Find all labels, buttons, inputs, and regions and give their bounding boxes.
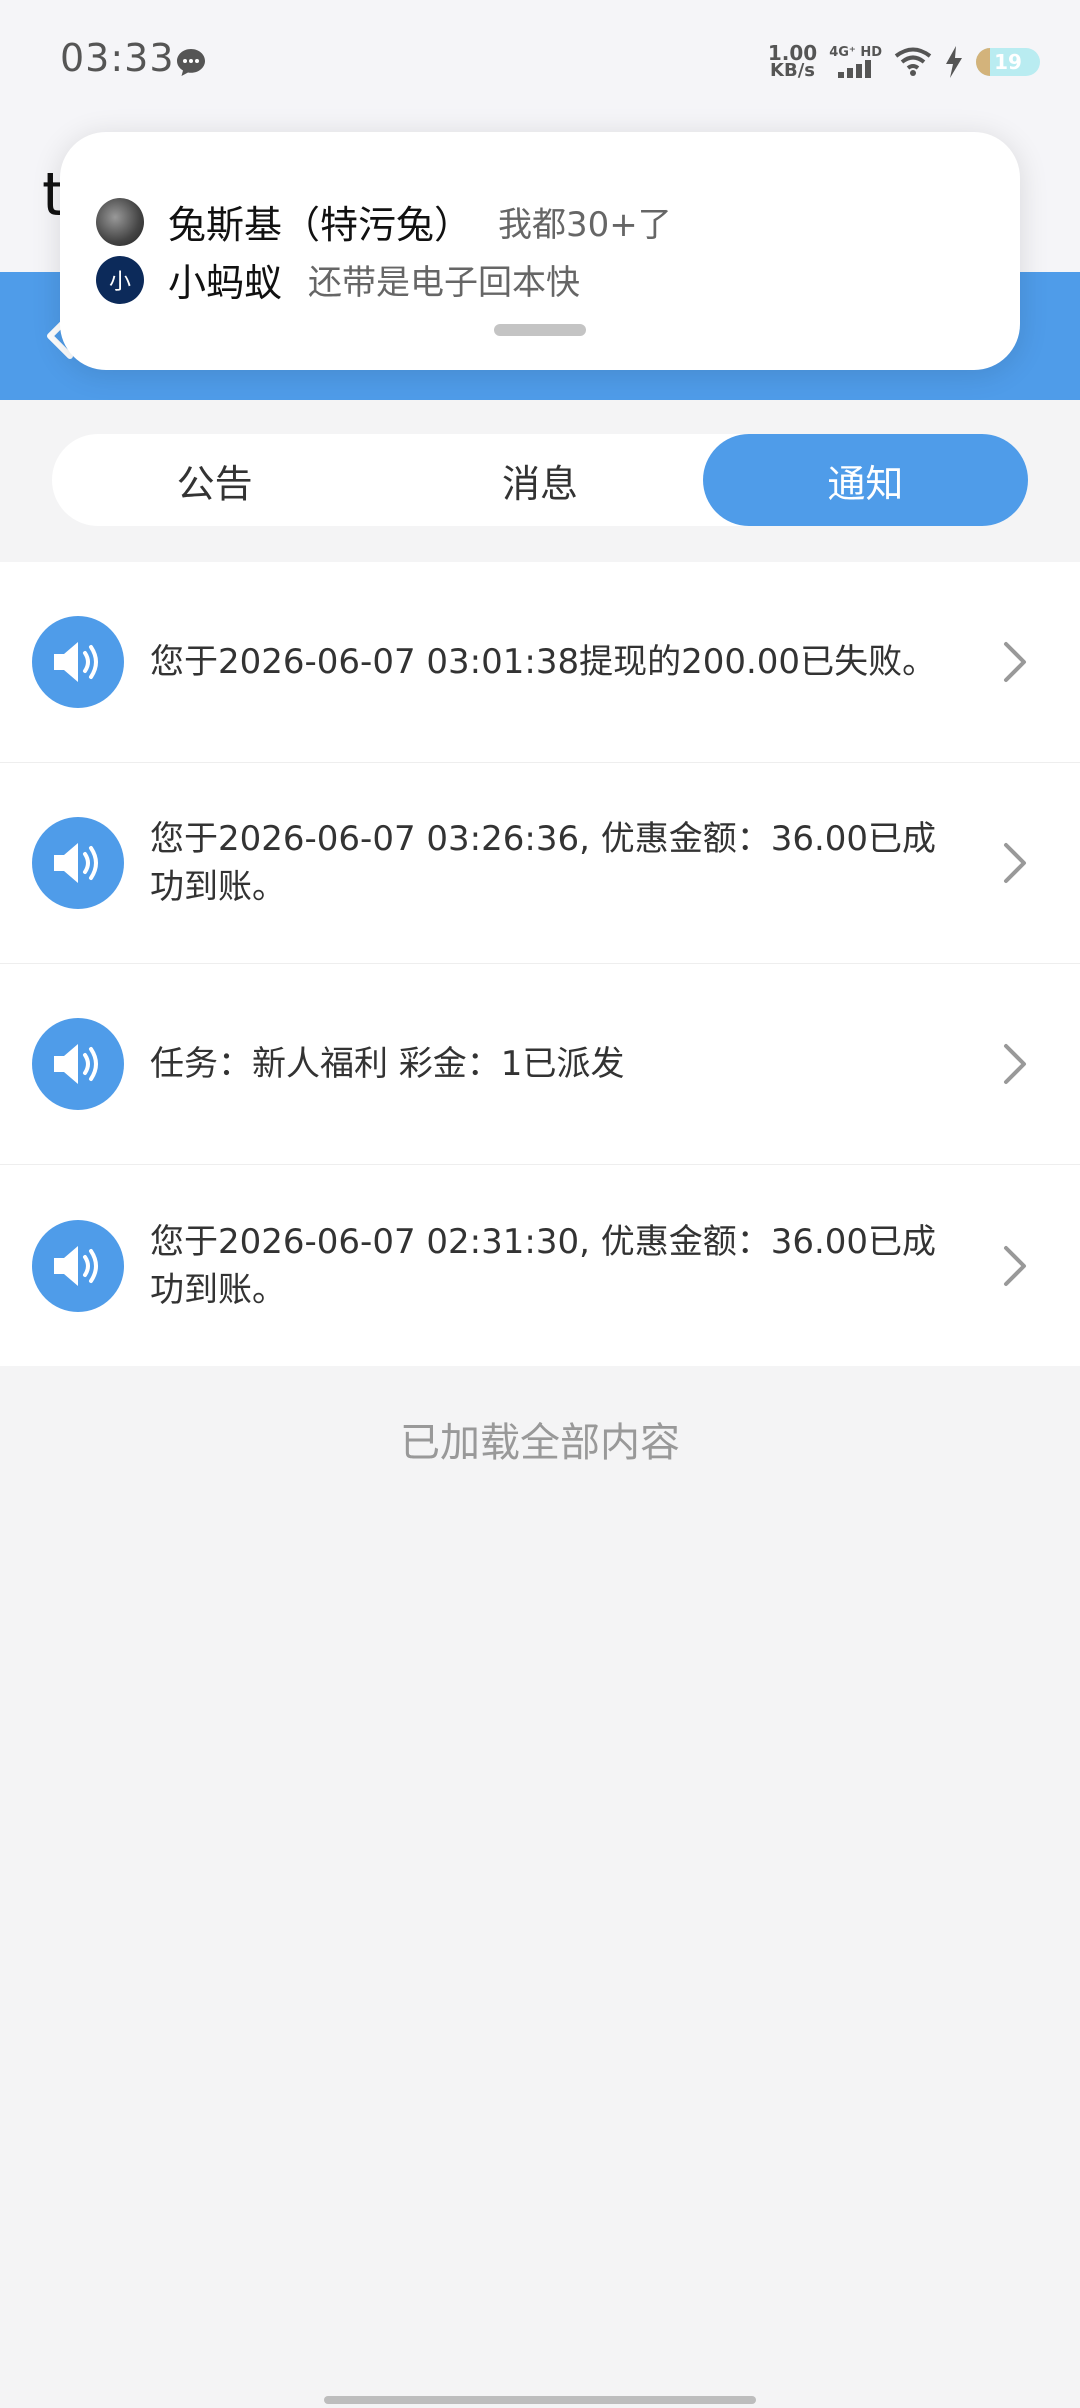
cellular-signal: 4G⁺ HD bbox=[829, 46, 882, 78]
message-bubble-icon bbox=[177, 49, 205, 76]
wifi-icon bbox=[894, 47, 932, 76]
all-loaded-label: 已加载全部内容 bbox=[400, 1420, 680, 1466]
speaker-icon bbox=[32, 616, 124, 708]
notification-text: 您于2026-06-07 03:26:36, 优惠金额：36.00已成功到账。 bbox=[150, 819, 937, 907]
segmented-tabs: 公告 消息 通知 bbox=[52, 434, 1028, 526]
message-preview: 我都30+了 bbox=[498, 205, 672, 245]
message-preview: 还带是电子回本快 bbox=[308, 263, 581, 303]
list-item[interactable]: 您于2026-06-07 03:26:36, 优惠金额：36.00已成功到账。 bbox=[0, 763, 1080, 964]
chat-notification-popup[interactable]: 兔斯基（特污兔） 我都30+了 小 小蚂蚁 还带是电子回本快 bbox=[60, 132, 1020, 370]
home-indicator[interactable] bbox=[324, 2396, 756, 2404]
sender-name: 小蚂蚁 bbox=[168, 261, 283, 305]
notification-list: 您于2026-06-07 03:01:38提现的200.00已失败。 您于202… bbox=[0, 562, 1080, 1366]
avatar: 小 bbox=[96, 255, 144, 304]
signal-type-label: 4G⁺ HD bbox=[829, 45, 882, 60]
list-item[interactable]: 您于2026-06-07 02:31:30, 优惠金额：36.00已成功到账。 bbox=[0, 1165, 1080, 1366]
tab-notifications[interactable]: 通知 bbox=[702, 434, 1028, 526]
popup-message-row[interactable]: 小 小蚂蚁 还带是电子回本快 bbox=[96, 252, 580, 307]
chevron-right-icon bbox=[1004, 1044, 1026, 1084]
popup-message-row[interactable]: 兔斯基（特污兔） 我都30+了 bbox=[96, 194, 672, 249]
chevron-right-icon bbox=[1004, 642, 1026, 682]
sender-name: 兔斯基（特污兔） bbox=[168, 203, 473, 247]
speaker-icon bbox=[32, 817, 124, 909]
popup-drag-handle[interactable] bbox=[494, 324, 586, 336]
tab-announcements[interactable]: 公告 bbox=[52, 434, 377, 526]
status-bar: 03:33 1.00 KB/s 4G⁺ HD 19 bbox=[0, 0, 1080, 120]
speaker-icon bbox=[32, 1018, 124, 1110]
tabs-area: 公告 消息 通知 bbox=[0, 400, 1080, 560]
list-item[interactable]: 任务：新人福利 彩金：1已派发 bbox=[0, 964, 1080, 1165]
notification-text: 您于2026-06-07 02:31:30, 优惠金额：36.00已成功到账。 bbox=[150, 1221, 937, 1310]
network-speed-unit: KB/s bbox=[770, 60, 816, 81]
battery-level: 19 bbox=[994, 50, 1022, 74]
notification-text: 您于2026-06-07 03:01:38提现的200.00已失败。 bbox=[150, 642, 937, 682]
status-indicators: 1.00 KB/s 4G⁺ HD 19 bbox=[768, 40, 1040, 84]
speaker-icon bbox=[32, 1219, 124, 1312]
network-speed: 1.00 KB/s bbox=[768, 43, 817, 81]
tab-messages[interactable]: 消息 bbox=[377, 434, 702, 526]
status-time: 03:33 bbox=[60, 36, 175, 80]
notification-text: 任务：新人福利 彩金：1已派发 bbox=[150, 1044, 625, 1084]
signal-bars-icon bbox=[837, 60, 871, 78]
avatar bbox=[96, 197, 144, 246]
charging-bolt-icon bbox=[946, 46, 962, 78]
chevron-right-icon bbox=[1004, 1245, 1026, 1286]
list-item[interactable]: 您于2026-06-07 03:01:38提现的200.00已失败。 bbox=[0, 562, 1080, 763]
chevron-right-icon bbox=[1004, 843, 1026, 883]
battery-indicator: 19 bbox=[976, 48, 1040, 76]
